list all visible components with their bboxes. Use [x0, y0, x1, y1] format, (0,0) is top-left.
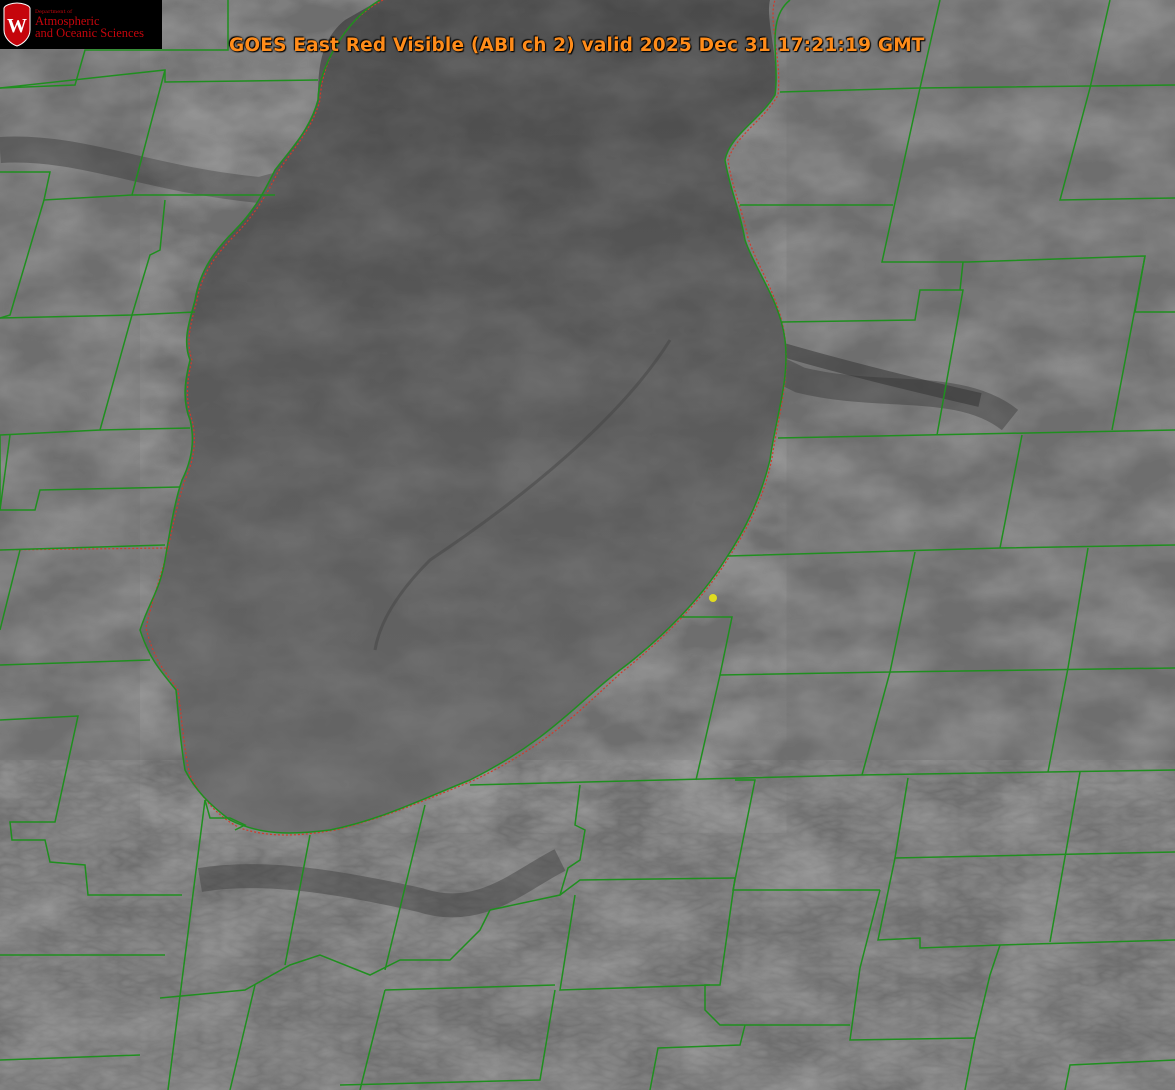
uw-aos-logo[interactable]: W Department of Atmospheric and Oceanic …: [0, 0, 162, 49]
logo-line-2: and Oceanic Sciences: [35, 26, 144, 40]
uw-crest-icon: W: [3, 2, 31, 47]
map-imagery: [0, 0, 1175, 1090]
satellite-map: W Department of Atmospheric and Oceanic …: [0, 0, 1175, 1090]
crest-letter: W: [7, 15, 27, 37]
location-marker-icon: [709, 594, 717, 602]
image-title: GOES East Red Visible (ABI ch 2) valid 2…: [229, 35, 925, 56]
